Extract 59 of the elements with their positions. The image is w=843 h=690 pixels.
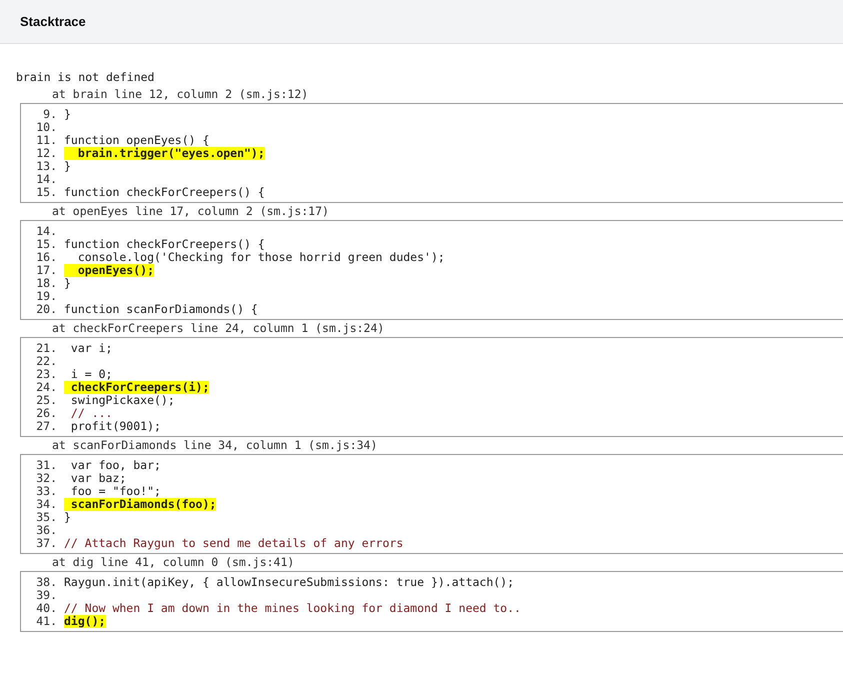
code-line: foo = "foo!"; <box>70 485 161 498</box>
line-number: 33. <box>35 485 57 498</box>
line-number: 21. <box>35 342 57 355</box>
code-line: function checkForCreepers() { <box>64 238 265 251</box>
line-number: 10. <box>35 121 57 134</box>
panel-title: Stacktrace <box>20 14 86 29</box>
code-line: } <box>64 511 71 524</box>
code-line: i = 0; <box>70 368 112 381</box>
line-number: 23. <box>35 368 57 381</box>
line-number: 35. <box>35 511 57 524</box>
frame-location: at checkForCreepers line 24, column 1 (sm.js:24) <box>51 320 386 337</box>
line-number: 27. <box>35 420 57 433</box>
line-number: 11. <box>35 134 57 147</box>
line-number: 9. <box>42 108 57 121</box>
code-line: // Now when I am down in the mines looking for diamond I need to.. <box>64 602 521 615</box>
line-number: 15. <box>35 238 57 251</box>
code-line: var i; <box>70 342 112 355</box>
line-number: 36. <box>35 524 57 537</box>
line-number: 19. <box>35 290 57 303</box>
line-number: 20. <box>35 303 57 316</box>
line-number: 22. <box>35 355 57 368</box>
code-line: } <box>64 108 71 121</box>
error-message: brain is not defined <box>16 69 156 86</box>
line-number: 34. <box>35 498 57 511</box>
code-line: function checkForCreepers() { <box>64 186 265 199</box>
line-number: 25. <box>35 394 57 407</box>
code-line: // Attach Raygun to send me details of any errors <box>64 537 404 550</box>
line-number: 16. <box>35 251 57 264</box>
frame-location: at dig line 41, column 0 (sm.js:41) <box>51 554 296 571</box>
line-number: 14. <box>35 225 57 238</box>
code-line: console.log('Checking for those horrid green dudes'); <box>76 251 445 264</box>
code-line: Raygun.init(apiKey, { allowInsecureSubmissions: true }).attach(); <box>64 576 514 589</box>
line-number: 13. <box>35 160 57 173</box>
frame-location: at scanForDiamonds line 34, column 1 (sm.js:34) <box>51 437 378 454</box>
code-line: var baz; <box>70 472 126 485</box>
code-line: } <box>64 160 71 173</box>
code-line: } <box>64 277 71 290</box>
line-number: 31. <box>35 459 57 472</box>
line-number: 12. <box>35 147 57 160</box>
code-line: profit(9001); <box>70 420 161 433</box>
line-number: 26. <box>35 407 57 420</box>
frame-location: at brain line 12, column 2 (sm.js:12) <box>51 86 310 103</box>
line-number: 41. <box>35 615 57 628</box>
line-number: 37. <box>35 537 57 550</box>
code-line: function scanForDiamonds() { <box>64 303 258 316</box>
line-number: 15. <box>35 186 57 199</box>
code-line: var foo, bar; <box>70 459 161 472</box>
line-number: 40. <box>35 602 57 615</box>
line-number: 32. <box>35 472 57 485</box>
frame-location: at openEyes line 17, column 2 (sm.js:17) <box>51 203 330 220</box>
line-number: 39. <box>35 589 57 602</box>
line-number: 18. <box>35 277 57 290</box>
line-number: 14. <box>35 173 57 186</box>
code-line: swingPickaxe(); <box>70 394 175 407</box>
line-number: 17. <box>35 264 57 277</box>
line-number: 38. <box>35 576 57 589</box>
line-number: 24. <box>35 381 57 394</box>
code-line: // ... <box>70 407 112 420</box>
code-line: function openEyes() { <box>64 134 210 147</box>
